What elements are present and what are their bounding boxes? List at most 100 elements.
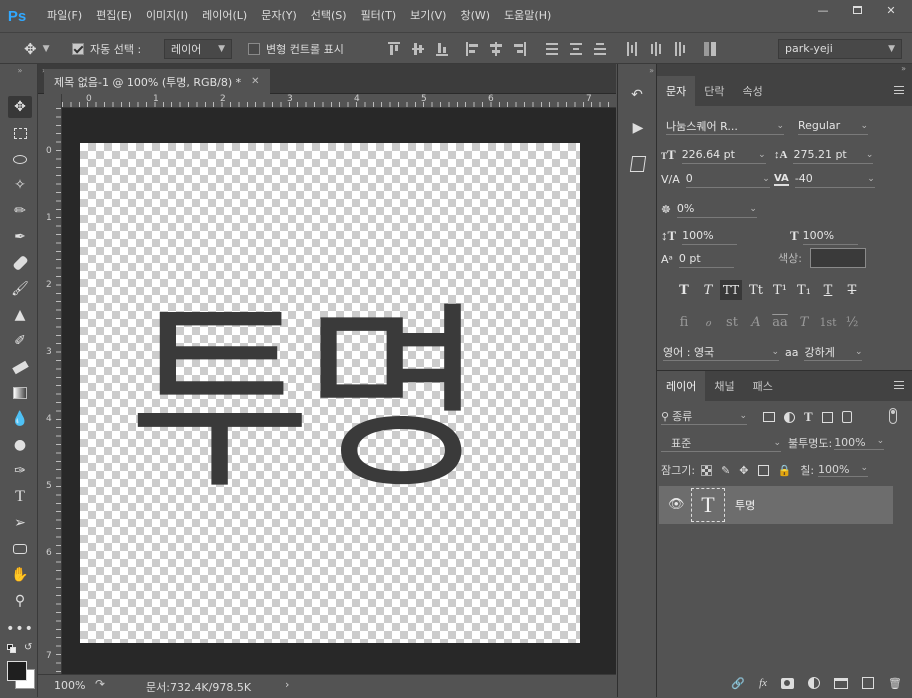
horizontal-scale-field[interactable]: T 100% bbox=[790, 227, 858, 245]
font-size-field[interactable]: TT 226.64 pt ⌄ bbox=[661, 146, 766, 164]
panel-menu-icon[interactable] bbox=[894, 381, 904, 389]
history-brush-tool[interactable]: ✐ bbox=[8, 330, 32, 352]
align-bottom-icon[interactable] bbox=[436, 42, 448, 56]
filter-adjustment-icon[interactable] bbox=[784, 411, 795, 423]
lock-artboard-icon[interactable] bbox=[757, 464, 769, 476]
layer-mask-icon[interactable] bbox=[781, 677, 795, 689]
eraser-tool[interactable] bbox=[8, 356, 32, 378]
close-icon[interactable]: ✕ bbox=[251, 76, 259, 87]
blur-tool[interactable]: 💧 bbox=[8, 408, 32, 430]
dodge-tool[interactable]: ● bbox=[8, 434, 32, 456]
stylistic-alternates-button[interactable]: aa bbox=[769, 312, 791, 332]
distribute-hcenter-icon[interactable] bbox=[650, 41, 662, 56]
menu-file[interactable]: 파일(F) bbox=[40, 0, 89, 32]
menu-view[interactable]: 보기(V) bbox=[403, 0, 453, 32]
tab-properties[interactable]: 속성 bbox=[734, 76, 772, 106]
auto-select-target-dropdown[interactable]: 레이어 ▼ bbox=[164, 38, 232, 59]
healing-brush-tool[interactable] bbox=[8, 252, 32, 274]
tab-character[interactable]: 문자 bbox=[657, 76, 696, 106]
document-canvas[interactable]: 투명 bbox=[80, 143, 580, 643]
titling-alternates-button[interactable]: T bbox=[793, 312, 815, 332]
fill-field[interactable]: 100% ⌄ bbox=[818, 463, 869, 477]
menu-image[interactable]: 이미지(I) bbox=[139, 0, 195, 32]
old-style-button[interactable]: ℴ bbox=[697, 312, 719, 332]
swap-colors-button[interactable]: ↺ bbox=[24, 642, 32, 653]
font-style-dropdown[interactable]: Regular ⌄ bbox=[798, 117, 868, 135]
discretionary-ligatures-button[interactable]: st bbox=[721, 312, 743, 332]
tab-channels[interactable]: 채널 bbox=[705, 371, 743, 401]
align-hcenter-icon[interactable] bbox=[490, 41, 502, 56]
lock-position-icon[interactable]: ✥ bbox=[739, 464, 748, 477]
align-left-icon[interactable] bbox=[466, 41, 478, 56]
type-tool[interactable]: T bbox=[8, 486, 32, 508]
baseline-shift-field[interactable]: Aᵃ 0 pt bbox=[661, 250, 734, 268]
history-panel-button[interactable]: ↶ bbox=[628, 87, 646, 109]
superscript-button[interactable]: T¹ bbox=[769, 280, 791, 300]
new-group-icon[interactable] bbox=[834, 677, 849, 689]
zoom-level[interactable]: 100% bbox=[54, 679, 85, 692]
zoom-tool[interactable]: ⚲ bbox=[8, 590, 32, 612]
clone-stamp-tool[interactable]: ▲ bbox=[8, 304, 32, 326]
share-icon[interactable]: ↷ bbox=[95, 677, 105, 691]
fx-icon[interactable]: fx bbox=[759, 677, 767, 689]
foreground-color-swatch[interactable] bbox=[7, 661, 27, 681]
glyphs-panel-button[interactable] bbox=[628, 156, 648, 176]
collapse-panels-icon[interactable]: » bbox=[618, 66, 658, 75]
tsume-field[interactable]: ☸ 0% ⌄ bbox=[661, 200, 757, 218]
filter-kind-dropdown[interactable]: ⚲ 종류 ⌄ bbox=[661, 407, 747, 425]
distribute-right-icon[interactable] bbox=[674, 41, 686, 56]
ordinals-button[interactable]: 1st bbox=[817, 312, 839, 332]
move-tool-preset-picker[interactable]: ✥ ▼ bbox=[24, 33, 50, 64]
vertical-ruler[interactable]: 0 1 2 3 4 5 6 7 bbox=[38, 94, 62, 674]
underline-button[interactable]: T bbox=[817, 280, 839, 300]
auto-select-checkbox[interactable] bbox=[72, 42, 84, 55]
magic-wand-tool[interactable]: ✧ bbox=[8, 174, 32, 196]
horizontal-ruler[interactable]: 0 1 2 3 4 5 6 7 bbox=[62, 94, 616, 108]
chevron-right-icon[interactable]: › bbox=[285, 678, 289, 691]
shape-tool[interactable] bbox=[8, 538, 32, 560]
all-caps-button[interactable]: TT bbox=[720, 280, 742, 300]
distribute-bottom-icon[interactable] bbox=[594, 42, 606, 56]
text-color-swatch[interactable] bbox=[809, 248, 866, 268]
filter-smart-object-icon[interactable] bbox=[841, 411, 852, 423]
faux-bold-button[interactable]: T bbox=[673, 280, 695, 300]
brush-tool[interactable]: 🖌 bbox=[8, 278, 32, 300]
eye-icon[interactable]: 👁 bbox=[668, 497, 685, 512]
hand-tool[interactable]: ✋ bbox=[8, 564, 32, 586]
vertical-scale-field[interactable]: ↕T 100% bbox=[661, 227, 738, 245]
layer-row[interactable]: 👁 T 투명 bbox=[659, 486, 893, 524]
tab-paths[interactable]: 패스 bbox=[744, 371, 782, 401]
small-caps-button[interactable]: Tt bbox=[745, 280, 767, 300]
menu-type[interactable]: 문자(Y) bbox=[254, 0, 304, 32]
panel-menu-icon[interactable] bbox=[894, 86, 904, 94]
edit-toolbar-button[interactable]: ••• bbox=[6, 618, 33, 640]
filter-pixel-icon[interactable] bbox=[763, 412, 775, 422]
align-vcenter-icon[interactable] bbox=[412, 42, 424, 56]
blend-mode-dropdown[interactable]: 표준 ⌄ bbox=[661, 434, 781, 452]
leading-field[interactable]: ↕A 275.21 pt ⌄ bbox=[774, 146, 874, 164]
ligatures-button[interactable]: fi bbox=[673, 312, 695, 332]
canvas-text-layer[interactable]: 투명 bbox=[128, 251, 548, 551]
move-tool[interactable]: ✥ bbox=[8, 96, 32, 118]
eyedropper-tool[interactable]: ✒ bbox=[8, 226, 32, 248]
collapse-tools-icon[interactable]: » bbox=[8, 66, 32, 75]
filter-toggle-switch[interactable] bbox=[889, 408, 897, 424]
menu-filter[interactable]: 필터(T) bbox=[354, 0, 404, 32]
adjustment-layer-icon[interactable] bbox=[808, 677, 821, 689]
restore-button[interactable] bbox=[840, 0, 874, 20]
marquee-tool[interactable] bbox=[8, 122, 32, 144]
trash-icon[interactable]: 🗑 bbox=[888, 677, 902, 690]
language-dropdown[interactable]: 영어 : 영국 ⌄ bbox=[663, 343, 779, 361]
default-colors-button[interactable] bbox=[7, 644, 17, 654]
gradient-tool[interactable] bbox=[8, 382, 32, 404]
path-selection-tool[interactable]: ➢ bbox=[8, 512, 32, 534]
actions-panel-button[interactable]: ▶ bbox=[630, 120, 646, 138]
tab-layers[interactable]: 레이어 bbox=[657, 371, 706, 401]
filter-type-icon[interactable]: T bbox=[804, 409, 813, 425]
align-top-icon[interactable] bbox=[388, 41, 400, 56]
lock-transparent-pixels-icon[interactable] bbox=[701, 464, 713, 476]
strikethrough-button[interactable]: T bbox=[841, 280, 863, 300]
transform-controls-checkbox[interactable] bbox=[248, 42, 260, 55]
lasso-tool[interactable] bbox=[8, 148, 32, 170]
auto-align-icon[interactable] bbox=[704, 41, 716, 56]
